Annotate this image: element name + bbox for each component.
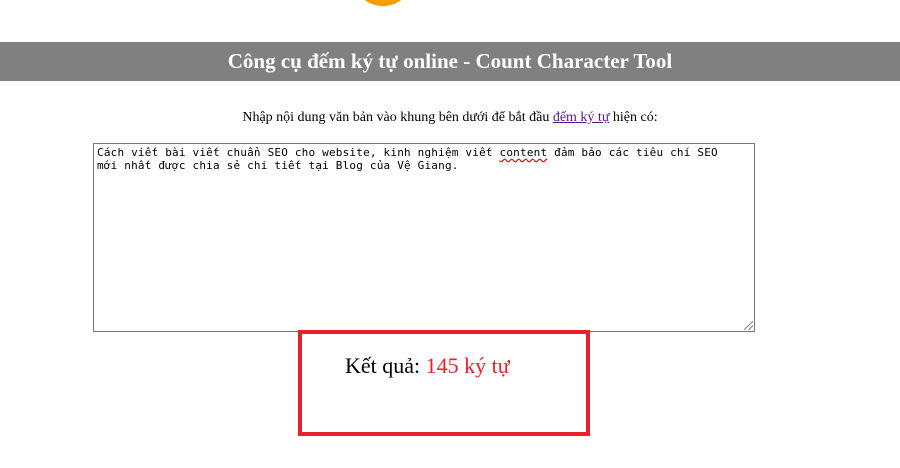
result-display: Kết quả: 145 ký tự	[345, 353, 510, 379]
page-header: Công cụ đếm ký tự online - Count Charact…	[0, 42, 900, 81]
spellcheck-word: content	[499, 146, 548, 159]
result-count: 145 ký tự	[425, 353, 510, 378]
result-highlight-box	[298, 330, 590, 436]
page-title: Công cụ đếm ký tự online - Count Charact…	[227, 49, 673, 73]
input-line-1: Cách viết bài viết chuẩn SEO cho website…	[97, 146, 751, 159]
site-logo[interactable]	[352, 0, 414, 6]
resize-handle-icon[interactable]	[744, 321, 753, 330]
input-line-2: mới nhất được chia sẻ chi tiết tại Blog …	[97, 159, 459, 172]
input-text: đảm bảo các tiêu chí SEO	[547, 146, 718, 159]
result-label: Kết quả:	[345, 353, 426, 378]
input-text: Cách viết bài viết chuẩn SEO cho website…	[97, 146, 500, 159]
count-character-link[interactable]: đếm ký tự	[553, 110, 610, 125]
instruction-text-end: hiện có:	[609, 110, 658, 125]
text-input-area[interactable]: Cách viết bài viết chuẩn SEO cho website…	[93, 143, 755, 332]
instruction-text: Nhập nội dung văn bản vào khung bên dưới…	[0, 110, 900, 126]
instruction-text-start: Nhập nội dung văn bản vào khung bên dưới…	[242, 110, 553, 125]
